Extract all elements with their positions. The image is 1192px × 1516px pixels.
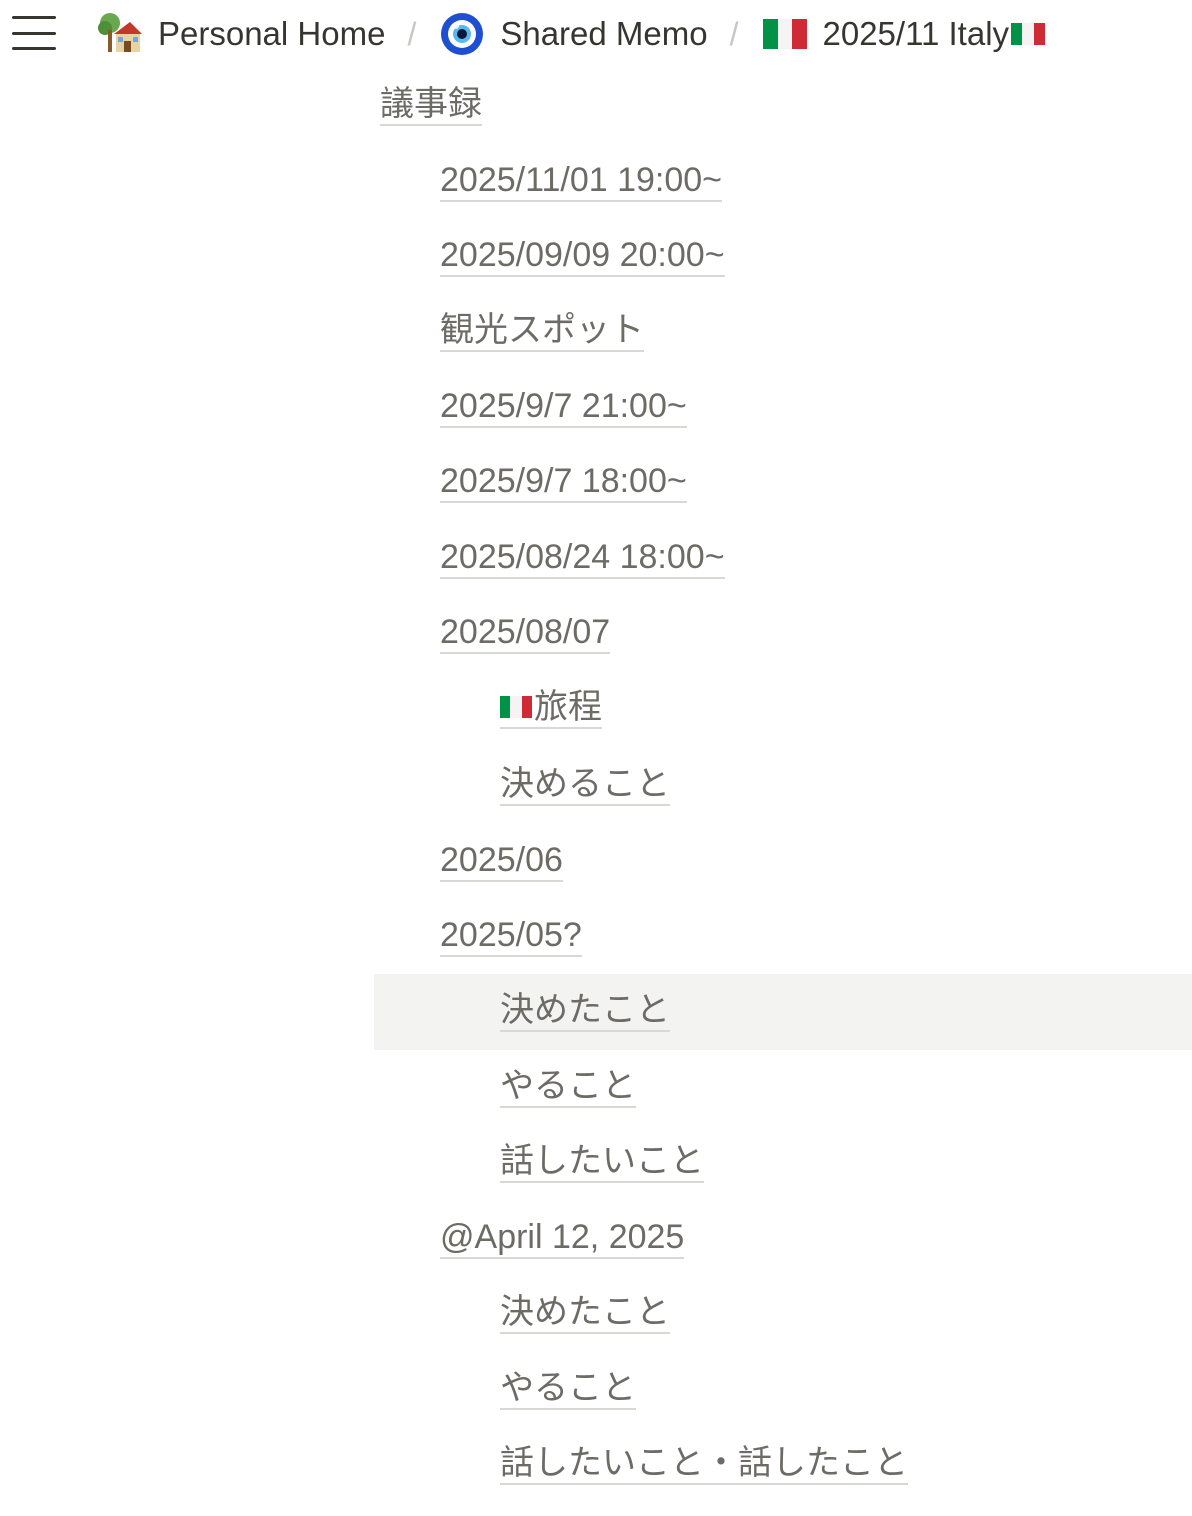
outline-link[interactable]: 2025/9/7 21:00~ — [440, 387, 687, 429]
outline-link[interactable]: 2025/9/7 18:00~ — [440, 462, 687, 504]
list-item: やること — [374, 1352, 1192, 1428]
list-item: 決めたこと — [374, 1276, 1192, 1352]
list-item: 2025/08/07 — [374, 596, 1192, 672]
outline-link[interactable]: 観光スポット — [440, 311, 644, 353]
breadcrumb-personal-home[interactable]: Personal Home — [96, 8, 385, 60]
breadcrumb-separator: / — [407, 15, 417, 52]
list-item: 2025/05? — [374, 899, 1192, 975]
breadcrumb-separator: / — [729, 15, 739, 52]
outline-root-link[interactable]: 議事録 — [380, 85, 482, 127]
outline-link[interactable]: @April 12, 2025 — [440, 1218, 685, 1260]
list-item: 2025/06 — [374, 824, 1192, 900]
outline-link[interactable]: 2025/09/09 20:00~ — [440, 236, 725, 278]
outline-link[interactable]: 旅程 — [500, 687, 602, 730]
outline-link[interactable]: 2025/05? — [440, 916, 582, 958]
hamburger-menu-icon[interactable] — [12, 14, 56, 52]
outline-link[interactable]: 2025/06 — [440, 841, 563, 883]
breadcrumb-2025-11-italy[interactable]: 2025/11 Italy — [761, 8, 1046, 60]
breadcrumb-shared-memo[interactable]: Shared Memo — [438, 8, 708, 60]
outline-link[interactable]: 決めたこと — [500, 1293, 670, 1335]
list-item: 決めること — [374, 748, 1192, 824]
list-item: 議事録 — [374, 68, 1192, 144]
list-item: 2025/08/24 18:00~ — [374, 521, 1192, 597]
breadcrumb-label: Personal Home — [158, 15, 386, 52]
list-item: 2025/11/01 19:00~ — [374, 144, 1192, 220]
list-item: 旅程 — [374, 671, 1192, 747]
nazar-amulet-icon — [438, 10, 486, 58]
list-item: 話したいこと・話したこと — [374, 1427, 1192, 1503]
list-item: やること — [374, 1050, 1192, 1126]
outline-link[interactable]: 2025/08/24 18:00~ — [440, 538, 725, 580]
breadcrumb: Personal Home / Shared Memo / 2025/11 It… — [96, 8, 1046, 60]
house-with-tree-icon — [96, 10, 144, 58]
list-item: @April 12, 2025 — [374, 1201, 1192, 1277]
outline-link[interactable]: やること — [500, 1067, 636, 1109]
top-bar: Personal Home / Shared Memo / 2025/11 It… — [0, 0, 1192, 68]
breadcrumb-label: Shared Memo — [500, 15, 708, 52]
list-item: 2025/9/7 21:00~ — [374, 370, 1192, 446]
outline-link-label: 旅程 — [534, 687, 602, 726]
italy-flag-icon — [1009, 15, 1046, 53]
outline-link[interactable]: 2025/08/07 — [440, 613, 611, 655]
italy-flag-icon — [761, 10, 809, 58]
list-item-hovered: 決めたこと — [374, 974, 1192, 1050]
outline-link[interactable]: 決めたこと — [500, 991, 670, 1033]
outline-link[interactable]: 話したいこと — [500, 1142, 704, 1184]
list-item: 2025/09/09 20:00~ — [374, 219, 1192, 295]
breadcrumb-label: 2025/11 Italy — [822, 15, 1010, 52]
list-item: 話したいこと — [374, 1125, 1192, 1201]
outline-link[interactable]: やること — [500, 1369, 636, 1411]
list-item: 2025/9/7 18:00~ — [374, 445, 1192, 521]
outline-link[interactable]: 話したいこと・話したこと — [500, 1444, 908, 1486]
outline-link[interactable]: 決めること — [500, 765, 670, 807]
outline-link[interactable]: 2025/11/01 19:00~ — [440, 161, 723, 203]
list-item: 観光スポット — [374, 294, 1192, 370]
italy-flag-icon — [500, 696, 532, 719]
